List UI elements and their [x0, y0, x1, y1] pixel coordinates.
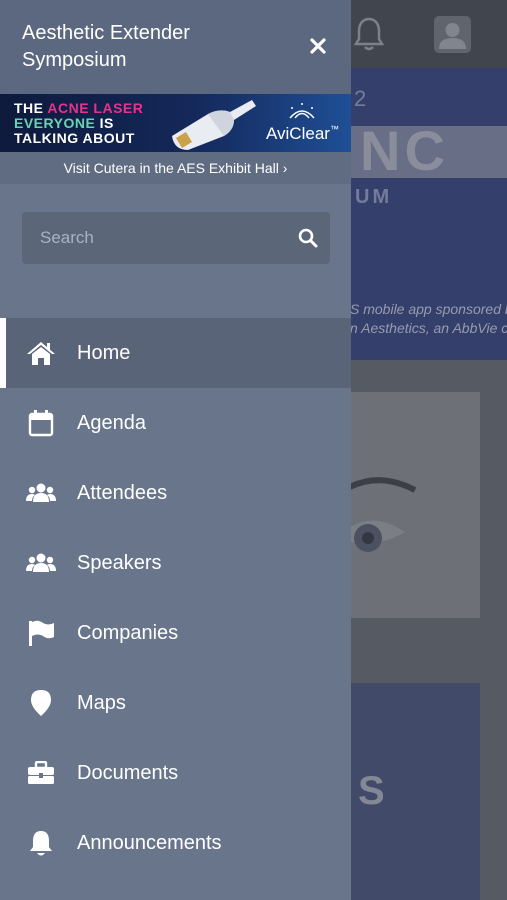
home-icon [26, 339, 56, 367]
ad-line-2: EVERYONE IS [14, 115, 114, 131]
drawer-nav: Home Agenda Attendees Speakers Companies [0, 318, 351, 878]
nav-item-announcements[interactable]: Announcements [0, 808, 351, 878]
nav-item-speakers[interactable]: Speakers [0, 528, 351, 598]
nav-label-companies: Companies [77, 622, 179, 644]
nav-label-documents: Documents [77, 762, 179, 784]
nav-item-companies[interactable]: Companies [0, 598, 351, 668]
ad-text: THE [14, 100, 48, 116]
nav-label-announcements: Announcements [77, 832, 222, 854]
search-icon[interactable] [298, 228, 318, 248]
briefcase-icon [26, 759, 56, 787]
ad-brand-name: AviClear™ [266, 124, 339, 144]
ad-line-3: TALKING ABOUT [14, 130, 135, 146]
app-title: Aesthetic Extender Symposium [22, 22, 190, 71]
ad-text: IS [95, 115, 114, 131]
brand-trademark: ™ [329, 124, 339, 134]
ad-highlight-green: EVERYONE [14, 115, 96, 131]
nav-label-agenda: Agenda [77, 412, 146, 434]
search-box[interactable] [22, 212, 330, 264]
brand-text: AviClear [266, 124, 330, 143]
laser-device-image [172, 100, 256, 150]
nav-label-attendees: Attendees [77, 482, 168, 504]
map-marker-icon [26, 689, 56, 717]
brand-radiance-icon [289, 103, 315, 119]
bell-icon [26, 829, 56, 857]
close-icon [310, 38, 326, 54]
ad-highlight-pink: ACNE LASER [47, 100, 144, 116]
drawer-header: Aesthetic Extender Symposium [0, 0, 351, 94]
calendar-icon [26, 409, 56, 437]
users-icon [26, 549, 56, 577]
sponsor-ad-banner[interactable]: THE ACNE LASER EVERYONE IS TALKING ABOUT… [0, 94, 351, 152]
side-drawer: Aesthetic Extender Symposium THE ACNE LA… [0, 0, 351, 900]
search-input[interactable] [40, 212, 290, 264]
visit-exhibit-link[interactable]: Visit Cutera in the AES Exhibit Hall › [0, 152, 351, 184]
users-icon [26, 479, 56, 507]
nav-item-maps[interactable]: Maps [0, 668, 351, 738]
nav-item-agenda[interactable]: Agenda [0, 388, 351, 458]
nav-label-speakers: Speakers [77, 552, 162, 574]
nav-item-home[interactable]: Home [0, 318, 351, 388]
nav-item-documents[interactable]: Documents [0, 738, 351, 808]
flag-icon [26, 619, 56, 647]
nav-label-home: Home [77, 342, 131, 364]
close-drawer-button[interactable] [305, 33, 331, 59]
nav-label-maps: Maps [77, 692, 126, 714]
nav-item-attendees[interactable]: Attendees [0, 458, 351, 528]
ad-line-1: THE ACNE LASER [14, 100, 143, 116]
